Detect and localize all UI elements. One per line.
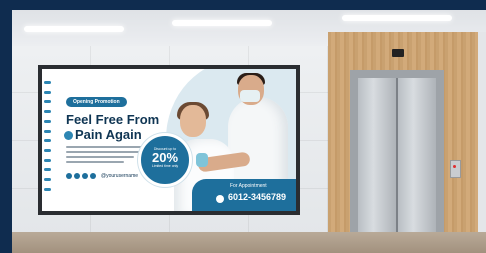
floor <box>12 232 486 253</box>
elevator-door-left <box>358 78 396 232</box>
appointment-bar: For Appointment 6012-3456789 <box>192 179 296 211</box>
badge-bottom-text: Limited time only <box>151 164 179 168</box>
social-handle: @yourusername <box>101 173 139 179</box>
ceiling-light <box>24 26 124 32</box>
spiral-binding-decoration <box>44 81 52 191</box>
floor-indicator <box>392 49 404 57</box>
phone-icon <box>216 195 224 203</box>
social-row: @yourusername <box>66 173 138 179</box>
headline-line-2-text: Pain Again <box>75 127 142 142</box>
elevator-call-panel <box>450 160 461 178</box>
patient-head <box>180 105 206 137</box>
appointment-label: For Appointment <box>230 183 267 189</box>
ceiling-light <box>172 20 272 26</box>
body-text-placeholder <box>66 146 146 166</box>
instagram-icon <box>82 173 88 179</box>
phone-number: 6012-3456789 <box>228 192 287 202</box>
promo-label: Opening Promotion <box>66 97 127 107</box>
twitter-icon <box>74 173 80 179</box>
discount-value: 20% <box>151 150 179 165</box>
face-mask <box>240 90 260 102</box>
hallway-scene: Opening Promotion Feel Free From Pain Ag… <box>12 10 486 253</box>
elevator-call-button <box>453 165 456 168</box>
discount-badge: Discount up to 20% Limited time only <box>138 133 192 187</box>
headline-line-1: Feel Free From <box>66 112 160 127</box>
elevator-door-gap <box>396 78 398 232</box>
youtube-icon <box>90 173 96 179</box>
bullet-dot <box>64 131 73 140</box>
billboard: Opening Promotion Feel Free From Pain Ag… <box>38 65 300 215</box>
arm-brace <box>196 153 208 167</box>
advertisement: Opening Promotion Feel Free From Pain Ag… <box>42 69 296 211</box>
elevator-door-right <box>398 78 436 232</box>
headline-line-2: Pain Again <box>64 127 142 142</box>
facebook-icon <box>66 173 72 179</box>
side-wall <box>478 32 486 236</box>
ceiling-light <box>342 15 452 21</box>
